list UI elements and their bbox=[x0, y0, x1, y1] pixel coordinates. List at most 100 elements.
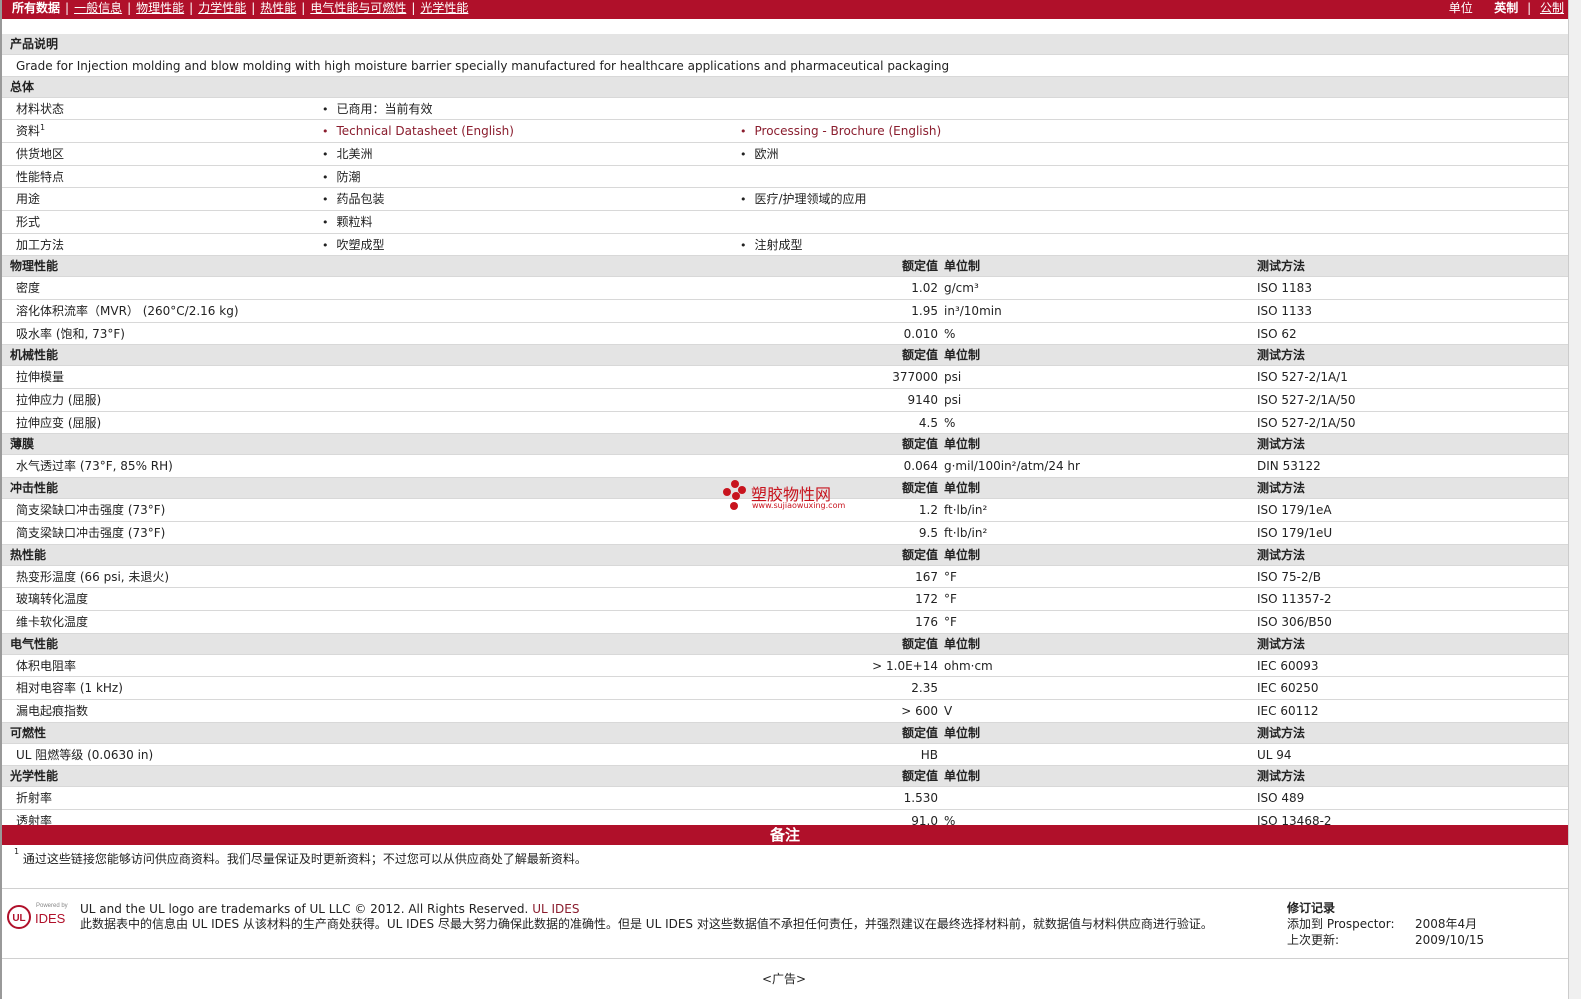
property-label: 拉伸模量 bbox=[16, 370, 65, 385]
row-label-text: 资料 bbox=[16, 124, 41, 139]
property-label: 密度 bbox=[16, 281, 41, 296]
section-title: 产品说明 bbox=[10, 37, 59, 51]
property-test-method: ISO 1183 bbox=[1257, 281, 1312, 296]
updated-row: 上次更新: 2009/10/15 bbox=[1287, 932, 1484, 948]
trademark-text: UL and the UL logo are trademarks of UL … bbox=[80, 902, 529, 916]
vertical-scrollbar[interactable] bbox=[1568, 0, 1581, 999]
row-label-text: 材料状态 bbox=[16, 101, 65, 116]
property-value: 1.02 bbox=[911, 281, 938, 296]
property-test-method: ISO 1133 bbox=[1257, 304, 1312, 318]
section-title: 光学性能 bbox=[10, 769, 59, 784]
property-unit: °F bbox=[944, 592, 957, 607]
property-row: 溶化体积流率（MVR） (260°C/2.16 kg) 1.95 in³/10min… bbox=[2, 300, 1568, 323]
property-label: 拉伸应变 (屈服) bbox=[16, 415, 102, 430]
col-header-value: 额定值 bbox=[901, 769, 938, 784]
col-header-test: 测试方法 bbox=[1257, 348, 1306, 363]
property-unit: in³/10min bbox=[944, 304, 1002, 318]
property-value: 1.95 bbox=[911, 304, 938, 318]
section-header: 薄膜 额定值 单位制 测试方法 bbox=[2, 434, 1568, 456]
added-label: 添加到 Prospector: bbox=[1287, 917, 1395, 931]
col-header-value: 额定值 bbox=[901, 481, 938, 496]
property-test-method: ISO 527-2/1A/1 bbox=[1257, 370, 1348, 385]
general-row: 供货地区 北美洲 欧洲 bbox=[2, 143, 1568, 166]
top-nav-bar: 所有数据 | 一般信息 | 物理性能 | 力学性能 | 热性能 | 电气性能与可燃性 | 光学性能 单位… bbox=[2, 0, 1568, 19]
ul-ides-link[interactable]: UL IDES bbox=[532, 902, 579, 916]
row-label-text: 加工方法 bbox=[16, 237, 65, 252]
property-label: 热变形温度 (66 psi, 未退火) bbox=[16, 569, 170, 584]
unit-metric-link[interactable]: 公制 bbox=[1540, 1, 1564, 15]
property-value: 1.2 bbox=[918, 503, 938, 518]
row-label-text: 用途 bbox=[16, 192, 41, 207]
added-row: 添加到 Prospector: 2008年4月 bbox=[1287, 916, 1484, 932]
property-row: 拉伸应力 (屈服) 9140 psi ISO 527-2/1A/50 bbox=[2, 389, 1568, 412]
row-label-text: 形式 bbox=[16, 214, 41, 229]
row-item: 注射成型 bbox=[740, 234, 803, 257]
row-label-text: 性能特点 bbox=[16, 169, 65, 184]
general-row: 形式 颗粒料 bbox=[2, 211, 1568, 234]
row-label-text: 供货地区 bbox=[16, 146, 65, 161]
nav-tabs: 所有数据 | 一般信息 | 物理性能 | 力学性能 | 热性能 | 电气性能与可燃性 | 光学性能 bbox=[12, 1, 469, 15]
row-label: 用途 bbox=[16, 188, 40, 210]
col-header-unit: 单位制 bbox=[944, 769, 981, 784]
property-label: UL 阻燃等级 (0.0630 in) bbox=[16, 747, 154, 762]
property-test-method: ISO 179/1eU bbox=[1257, 525, 1333, 540]
section-header: 机械性能 额定值 单位制 测试方法 bbox=[2, 345, 1568, 367]
property-test-method: DIN 53122 bbox=[1257, 459, 1321, 474]
ul-logo-icon: UL Powered by IDES bbox=[7, 903, 68, 929]
property-row: 吸水率 (饱和, 73°F) 0.010% ISO 62 bbox=[2, 323, 1568, 346]
nav-tab-6[interactable]: 光学性能 bbox=[420, 1, 468, 15]
property-test-method: UL 94 bbox=[1257, 747, 1292, 762]
nav-tab-5[interactable]: 电气性能与可燃性 bbox=[310, 1, 406, 15]
property-value: > 600 bbox=[901, 703, 938, 718]
col-header-value: 额定值 bbox=[901, 259, 938, 274]
property-test-method: ISO 527-2/1A/50 bbox=[1257, 393, 1356, 408]
footnote-marker: 1 bbox=[14, 847, 20, 856]
row-label: 性能特点 bbox=[16, 166, 64, 188]
col-header-unit: 单位制 bbox=[944, 547, 981, 562]
property-test-method: ISO 179/1eA bbox=[1257, 503, 1332, 518]
document-link[interactable]: Processing - Brochure (English) bbox=[740, 120, 942, 143]
footnote: 1 通过这些链接您能够访问供应商资料。我们尽量保证及时更新资料；不过您可以从供应… bbox=[14, 847, 587, 867]
unit-imperial[interactable]: 英制 bbox=[1494, 1, 1518, 15]
col-header-unit: 单位制 bbox=[944, 725, 981, 740]
nav-tab-2[interactable]: 物理性能 bbox=[136, 1, 184, 15]
document-link[interactable]: Technical Datasheet (English) bbox=[322, 120, 514, 143]
revision-history: 修订记录 添加到 Prospector: 2008年4月 上次更新: 2009/10… bbox=[1287, 900, 1484, 948]
logo-ul-text: UL bbox=[12, 913, 25, 924]
property-unit: °F bbox=[944, 569, 957, 584]
nav-tab-3[interactable]: 力学性能 bbox=[198, 1, 246, 15]
col-header-test: 测试方法 bbox=[1257, 481, 1306, 496]
section-title: 可燃性 bbox=[10, 725, 47, 740]
property-label: 溶化体积流率（MVR） (260°C/2.16 kg) bbox=[16, 304, 239, 318]
logo-powered-text: Powered by bbox=[36, 903, 68, 909]
property-unit: ohm·cm bbox=[944, 658, 993, 673]
property-value: 9.5 bbox=[918, 525, 938, 540]
property-row: 简支梁缺口冲击强度 (73°F) 9.5 ft·lb/in² ISO 179/1eU bbox=[2, 522, 1568, 545]
nav-tab-1[interactable]: 一般信息 bbox=[74, 1, 122, 15]
legal-text: UL and the UL logo are trademarks of UL … bbox=[80, 902, 1270, 932]
property-label: 体积电阻率 bbox=[16, 658, 77, 673]
section-header: 光学性能 额定值 单位制 测试方法 bbox=[2, 766, 1568, 788]
property-row: 折射率 1.530 ISO 489 bbox=[2, 787, 1568, 810]
section-title: 薄膜 bbox=[10, 437, 35, 452]
property-row: 简支梁缺口冲击强度 (73°F) 1.2 ft·lb/in² ISO 179/1eA bbox=[2, 499, 1568, 522]
property-row: 漏电起痕指数 > 600 V IEC 60112 bbox=[2, 700, 1568, 723]
property-label: 简支梁缺口冲击强度 (73°F) bbox=[16, 525, 166, 540]
section-header: 热性能 额定值 单位制 测试方法 bbox=[2, 544, 1568, 566]
product-description: Grade for Injection molding and blow mol… bbox=[16, 59, 950, 73]
section-header: 物理性能 额定值 单位制 测试方法 bbox=[2, 256, 1568, 278]
nav-tab-4[interactable]: 热性能 bbox=[260, 1, 296, 15]
property-value: 176 bbox=[915, 614, 938, 629]
property-row: 拉伸应变 (屈服) 4.5% ISO 527-2/1A/50 bbox=[2, 412, 1568, 435]
row-item: 防潮 bbox=[322, 166, 361, 189]
property-test-method: ISO 11357-2 bbox=[1257, 592, 1332, 607]
property-value: 0.010 bbox=[903, 326, 938, 341]
property-value: 172 bbox=[915, 592, 938, 607]
property-label: 拉伸应力 (屈服) bbox=[16, 393, 102, 408]
property-value: HB bbox=[920, 747, 938, 762]
property-value: 9140 bbox=[907, 393, 938, 408]
property-label: 维卡软化温度 bbox=[16, 614, 89, 629]
property-row: 玻璃转化温度 172 °F ISO 11357-2 bbox=[2, 588, 1568, 611]
row-item: 医疗/护理领域的应用 bbox=[740, 188, 867, 211]
nav-tab-0[interactable]: 所有数据 bbox=[12, 1, 60, 15]
